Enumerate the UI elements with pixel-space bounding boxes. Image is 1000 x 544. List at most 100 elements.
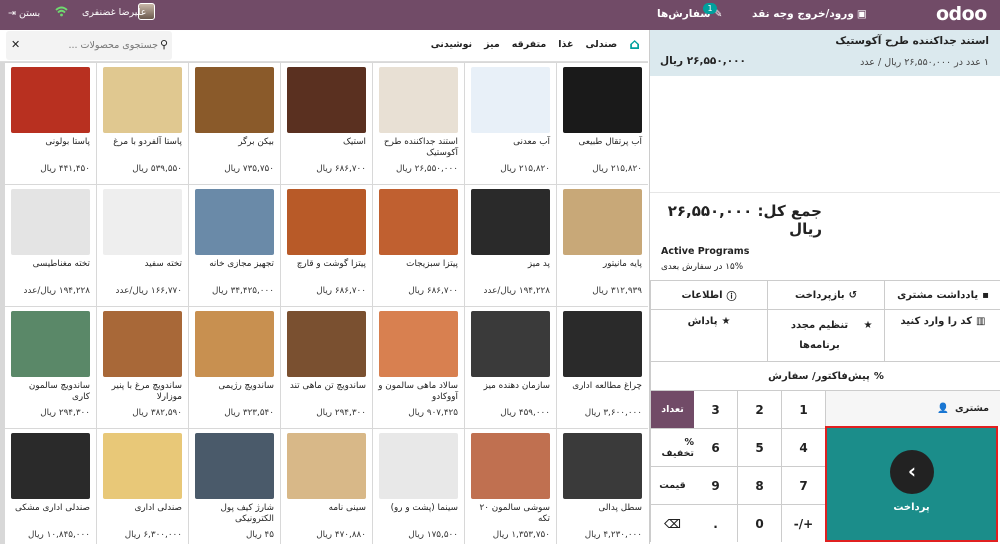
product-card[interactable]: صندلی اداری مشکی ۱۰,۸۴۵,۰۰۰ ریال [5,429,96,544]
category-drinks[interactable]: نوشیدنی [431,39,472,50]
numpad-key-2[interactable]: 2 [737,390,781,428]
product-card[interactable]: سالاد ماهی سالمون و آووکادو ۹۰۷,۴۲۵ ریال [373,307,464,428]
product-name: پیتزا سبزیجات [406,259,458,269]
enter-code-button[interactable]: ▥ کد را وارد کنید [884,309,1000,361]
product-card[interactable]: ساندویچ مرغ با پنیر موزارلا ۳۸۲,۵۹۰ ریال [97,307,188,428]
chevron-left-icon: ‹ [890,450,934,494]
numpad-discount-mode[interactable]: % تخفیف [650,428,694,466]
refund-button[interactable]: ↺ بازپرداخت [767,280,884,309]
order-line[interactable]: استند جداکننده طرح آکوستیک ۱ عدد در ۲۶,۵… [650,30,1000,76]
numpad-backspace[interactable]: ⌫ [650,504,694,542]
product-card[interactable]: پاستا آلفردو با مرغ ۵۳۹,۵۵۰ ریال [97,63,188,184]
quotation-order-button[interactable]: % پیش‌فاکتور/ سفارش [650,361,1000,390]
product-card[interactable]: ساندویچ رژیمی ۳۲۳,۵۴۰ ریال [189,307,280,428]
numpad-key-1[interactable]: 1 [781,390,825,428]
numpad-key-8[interactable]: 8 [737,466,781,504]
home-icon[interactable]: ⌂ [629,35,640,53]
product-image [287,311,366,377]
product-price: ۱۶۶,۷۷۰ ریال/عدد [115,286,182,296]
product-card[interactable]: آب پرتقال طبیعی ۲۱۵,۸۲۰ ریال [557,63,648,184]
product-name: آب پرتقال طبیعی [578,137,642,147]
product-card[interactable]: استیک ۶۸۶,۷۰۰ ریال [281,63,372,184]
payment-button[interactable]: ‹ پرداخت [825,426,998,542]
category-desk[interactable]: میز [484,39,500,50]
product-card[interactable]: پیتزا گوشت و قارچ ۶۸۶,۷۰۰ ریال [281,185,372,306]
product-card[interactable]: تجهیز مجازی خانه ۳۴,۴۲۵,۰۰۰ ریال [189,185,280,306]
product-image [379,67,458,133]
product-card[interactable]: آب معدنی ۲۱۵,۸۲۰ ریال [465,63,556,184]
product-card[interactable]: بیکن برگر ۷۳۵,۷۵۰ ریال [189,63,280,184]
product-name: تخته مغناطیسی [32,259,90,269]
payment-label: پرداخت [893,502,930,513]
product-price: ۶۸۶,۷۰۰ ریال [408,286,458,296]
numpad-key-7[interactable]: 7 [781,466,825,504]
product-card[interactable]: سطل پدالی ۴,۲۳۰,۰۰۰ ریال [557,429,648,544]
product-image [11,189,90,255]
category-chair[interactable]: صندلی [586,39,618,50]
product-price: ۱۷۵,۵۰۰ ریال [408,530,458,540]
product-card[interactable]: پاستا بولونی ۴۴۱,۴۵۰ ریال [5,63,96,184]
product-card[interactable]: پیتزا سبزیجات ۶۸۶,۷۰۰ ریال [373,185,464,306]
product-price: ۱۹۴,۲۲۸ ریال/عدد [23,286,90,296]
product-name: پاستا بولونی [45,137,90,147]
numpad-key-0[interactable]: 0 [737,504,781,542]
product-card[interactable]: ساندویچ سالمون کاری ۲۹۴,۳۰۰ ریال [5,307,96,428]
product-price: ۵۳۹,۵۵۰ ریال [132,164,182,174]
product-card[interactable]: سینما (پشت و رو) ۱۷۵,۵۰۰ ریال [373,429,464,544]
product-price: ۱۹۴,۲۲۸ ریال/عدد [483,286,550,296]
numpad-price-mode[interactable]: قیمت [650,466,694,504]
customer-note-button[interactable]: ▪ یادداشت مشتری [884,280,1000,309]
reset-programs-label: تنظیم مجدد برنامه‌ها [790,320,849,351]
product-price: ۲۹۴,۳۰۰ ریال [316,408,366,418]
info-button[interactable]: ⓘ اطلاعات [650,280,767,309]
numpad-qty-mode[interactable]: تعداد [650,390,694,428]
product-card[interactable]: تخته مغناطیسی ۱۹۴,۲۲۸ ریال/عدد [5,185,96,306]
product-name: چراغ مطالعه اداری [572,381,642,391]
product-card[interactable]: استند جداکننده طرح آکوستیک ۲۶,۵۵۰,۰۰۰ ریا… [373,63,464,184]
numpad-key-4[interactable]: 4 [781,428,825,466]
customer-button[interactable]: 👤 مشتری [825,390,1000,426]
product-card[interactable]: سینی نامه ۴۷۰,۸۸۰ ریال [281,429,372,544]
star-icon: ★ [863,320,873,331]
numpad-key-9[interactable]: 9 [693,466,737,504]
numpad-key-6[interactable]: 6 [693,428,737,466]
product-image [563,311,642,377]
reward-button[interactable]: ★ پاداش [650,309,767,361]
numpad-key-dot[interactable]: . [693,504,737,542]
search-input[interactable] [26,36,158,54]
numpad-key-5[interactable]: 5 [737,428,781,466]
product-card[interactable]: چراغ مطالعه اداری ۳,۶۰۰,۰۰۰ ریال [557,307,648,428]
product-card[interactable]: ساندویچ تن ماهی تند ۲۹۴,۳۰۰ ریال [281,307,372,428]
category-food[interactable]: غذا [558,39,573,50]
product-card[interactable]: تخته سفید ۱۶۶,۷۷۰ ریال/عدد [97,185,188,306]
product-header: ✕ ⚲ ⌂ صندلی غذا متفرقه میز نوشیدنی [0,30,648,62]
product-card[interactable]: پایه مانیتور ۳۱۲,۹۳۹ ریال [557,185,648,306]
product-price: ۱,۳۵۳,۷۵۰ ریال [492,530,550,540]
product-card[interactable]: سازمان دهنده میز ۴۵۹,۰۰۰ ریال [465,307,556,428]
customer-note-label: یادداشت مشتری [897,289,979,301]
barcode-icon: ▥ [976,316,986,327]
numpad-key-3[interactable]: 3 [693,390,737,428]
product-card[interactable]: سوشی سالمون ۲۰ تکه ۱,۳۵۳,۷۵۰ ریال [465,429,556,544]
numpad-key-plus-minus[interactable]: +/- [781,504,825,542]
product-name: پاستا آلفردو با مرغ [113,137,182,147]
product-card[interactable]: پد میز ۱۹۴,۲۲۸ ریال/عدد [465,185,556,306]
product-price: ۲۱۵,۸۲۰ ریال [592,164,642,174]
product-image [11,433,90,499]
cash-in-out-button[interactable]: ▣ ورود/خروج وجه نقد [752,8,867,20]
product-name: استیک [343,137,366,147]
undo-icon: ↺ [848,289,857,301]
close-session-button[interactable]: بستن ⇥ [8,8,40,19]
product-card[interactable]: شارژ کیف پول الکترونیکی ۴۵ ریال [189,429,280,544]
clear-search-icon[interactable]: ✕ [11,38,20,51]
product-image [379,189,458,255]
reset-programs-button[interactable]: ★ تنظیم مجدد برنامه‌ها [767,309,884,361]
product-name: پایه مانیتور [602,259,642,269]
product-card[interactable]: صندلی اداری ۶,۳۰۰,۰۰۰ ریال [97,429,188,544]
user-name[interactable]: علیرضا غضنفری [82,7,146,18]
customer-label: مشتری [954,403,989,414]
orders-count-badge: 1 [703,3,717,14]
order-panel: استند جداکننده طرح آکوستیک ۱ عدد در ۲۶,۵… [649,30,1000,544]
category-misc[interactable]: متفرقه [512,39,547,50]
active-programs-desc: ۱۵% در سفارش بعدی [661,262,744,272]
